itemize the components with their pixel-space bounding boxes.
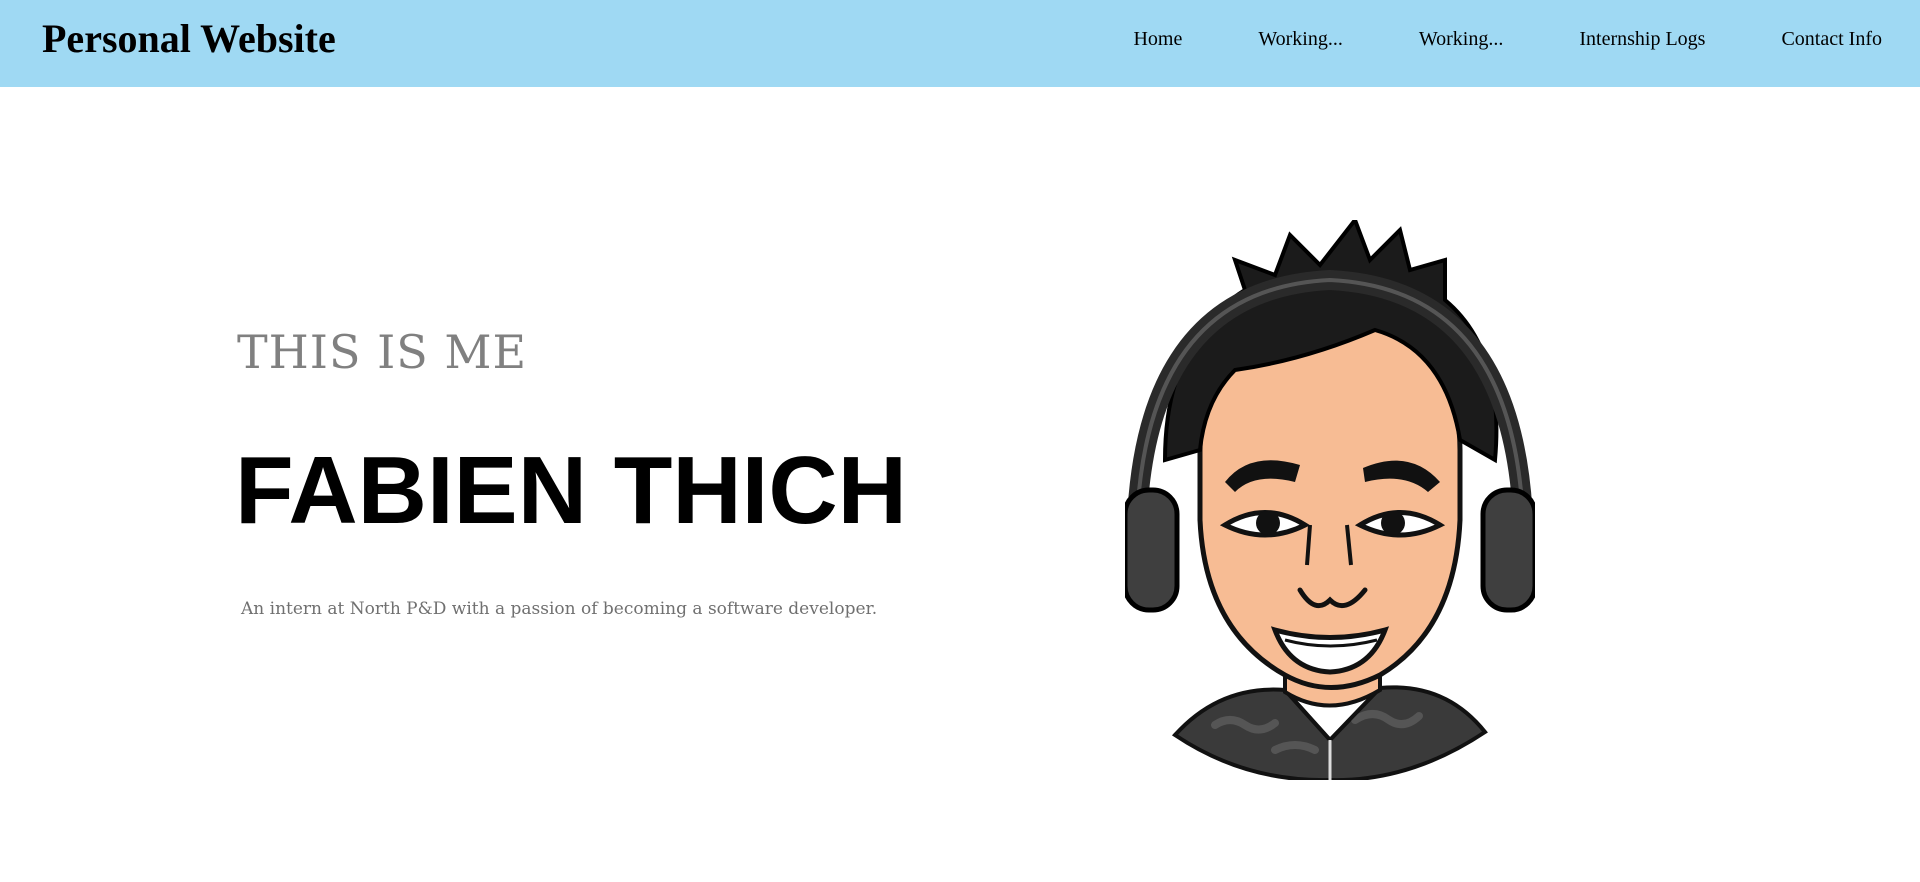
nav-internship-logs[interactable]: Internship Logs — [1579, 26, 1705, 52]
top-navbar: Personal Website Home Working... Working… — [0, 0, 1920, 87]
hero-tagline: An intern at North P&D with a passion of… — [241, 599, 878, 619]
site-brand-link[interactable]: Personal Website — [42, 14, 336, 64]
hero-kicker: THIS IS ME — [237, 325, 528, 379]
avatar-image — [1125, 220, 1535, 780]
nav-working-2[interactable]: Working... — [1419, 26, 1504, 52]
nav-contact-info[interactable]: Contact Info — [1781, 26, 1882, 52]
nav-working-1[interactable]: Working... — [1258, 26, 1343, 52]
hero-name: FABIEN THICH — [235, 437, 907, 544]
nav-list: Home Working... Working... Internship Lo… — [1133, 26, 1882, 52]
nav-home[interactable]: Home — [1133, 26, 1182, 52]
